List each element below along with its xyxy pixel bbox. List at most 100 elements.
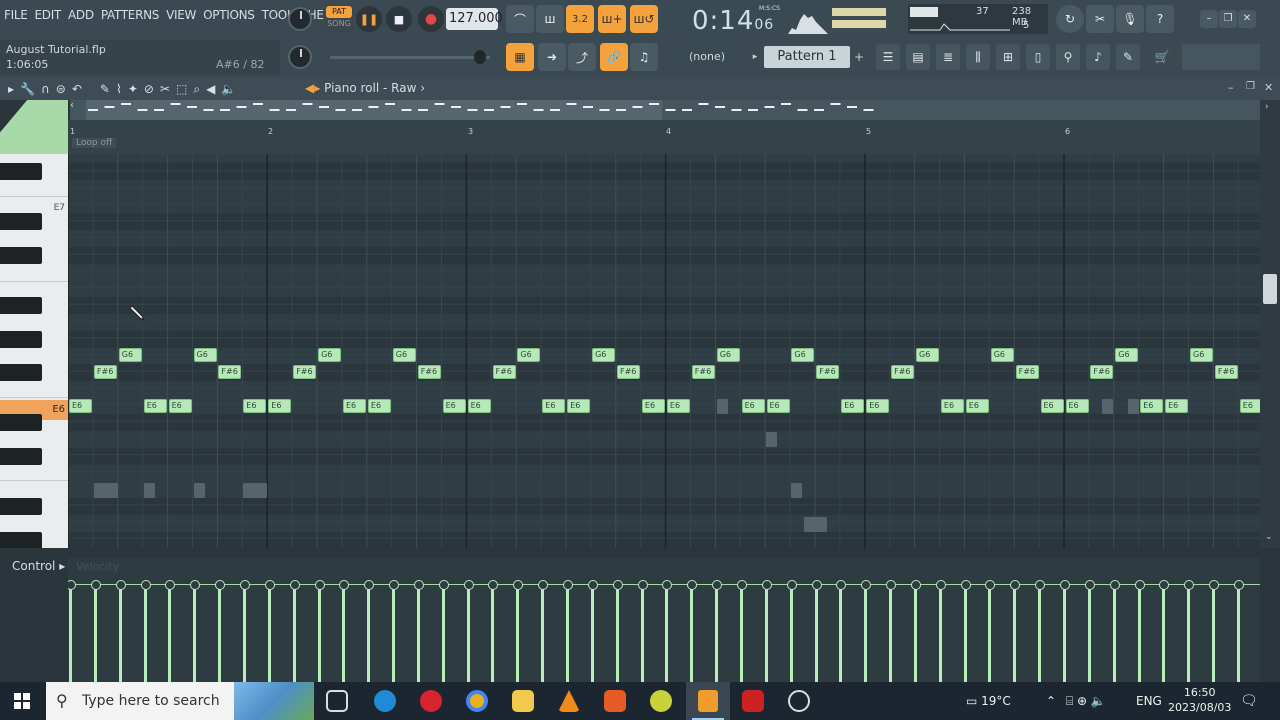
velocity-bar[interactable] [886,580,897,682]
pitch-slider[interactable] [330,50,490,64]
control-menu[interactable]: Control ▸ [12,559,65,573]
note-e6[interactable]: E6 [1165,399,1189,413]
mixer-icon[interactable]: ⫼ [966,44,990,70]
channel-rack-arrow-icon[interactable]: ➜ [538,43,566,71]
pause-button[interactable]: ❚❚ [356,6,382,32]
windows-start-icon[interactable] [14,693,30,713]
red-app-icon[interactable] [742,690,764,712]
wait-input-button[interactable]: ш [536,5,564,33]
pencil-tool-icon[interactable]: ✎ [100,82,110,97]
velocity-bar[interactable] [1084,580,1095,682]
black-key[interactable] [0,331,42,348]
note-fsharp6[interactable]: F#6 [617,365,640,379]
channel-rack-icon[interactable]: ≣ [936,44,960,70]
menu-view[interactable]: VIEW [166,8,196,22]
shop-cart-icon[interactable]: 🛒 [1150,44,1174,70]
note-fsharp6[interactable]: F#6 [93,365,117,379]
task-view-icon[interactable] [326,690,348,712]
velocity-bar[interactable] [513,580,524,682]
menu-add[interactable]: ADD [68,8,94,22]
velocity-bar[interactable] [463,580,474,682]
note-e6[interactable]: E6 [442,399,466,413]
undo-icon[interactable]: ↶ [72,82,82,97]
stamp-icon[interactable]: ⊜ [56,82,66,97]
note-e6[interactable]: E6 [367,399,391,413]
note-e6[interactable]: E6 [940,399,964,413]
microphone-icon[interactable]: 🎙 [1116,5,1144,33]
note-e6[interactable]: E6 [542,399,566,413]
note-e6[interactable]: E6 [567,399,591,413]
pattern-selector[interactable]: Pattern 1 [764,46,850,68]
metronome-button[interactable]: ⌒ [506,5,534,33]
loop-record-button[interactable]: ш↺ [630,5,658,33]
velocity-bar[interactable] [140,580,151,682]
note-e6[interactable]: E6 [741,399,765,413]
velocity-bar[interactable] [115,580,126,682]
note-g6[interactable]: G6 [1115,348,1139,362]
magnet-icon[interactable]: ∩ [41,82,50,97]
note-g6[interactable]: G6 [592,348,616,362]
black-key[interactable] [0,247,42,264]
note-e6[interactable]: E6 [965,399,989,413]
master-volume-knob[interactable] [288,7,312,31]
velocity-bar[interactable] [239,580,250,682]
note-e6[interactable]: E6 [1065,399,1089,413]
countdown-button[interactable]: 3.2 [566,5,594,33]
fl-studio-taskbar-item[interactable] [686,682,730,720]
velocity-bar[interactable] [538,580,549,682]
delete-tool-icon[interactable]: ✦ [128,82,138,97]
velocity-bar[interactable] [165,580,176,682]
menu-edit[interactable]: EDIT [35,8,62,22]
velocity-bar[interactable] [1035,580,1046,682]
velocity-bar[interactable] [861,580,872,682]
restore-button[interactable]: ❐ [1219,10,1237,28]
pr-minimize-button[interactable]: – [1228,81,1234,94]
velocity-bar[interactable] [339,580,350,682]
vlc-player-icon[interactable] [558,690,580,712]
velocity-bar[interactable] [389,580,400,682]
playlist-icon[interactable]: ☰ [876,44,900,70]
loop-toggle[interactable]: Loop off [72,138,117,148]
velocity-bar[interactable] [1159,580,1170,682]
black-key[interactable] [0,213,42,230]
velocity-bar[interactable] [637,580,648,682]
note-e6[interactable]: E6 [1140,399,1164,413]
note-g6[interactable]: G6 [990,348,1014,362]
scroll-right-arrow[interactable]: › [1265,102,1269,112]
velocity-bar[interactable] [1184,580,1195,682]
timeline-ruler[interactable]: 1 2 3 4 5 6 Loop off [68,120,1260,154]
edge-browser-icon[interactable] [374,690,396,712]
velocity-bar[interactable] [1010,580,1021,682]
velocity-bar[interactable] [1060,580,1070,682]
pattern-prev-arrow[interactable]: ▸ [748,46,762,68]
velocity-bar[interactable] [786,580,797,682]
note-e6[interactable]: E6 [641,399,665,413]
obs-studio-icon[interactable] [788,690,810,712]
fl-installer-icon[interactable] [650,690,672,712]
velocity-bar[interactable] [563,580,573,682]
menu-options[interactable]: OPTIONS [203,8,255,22]
overview-left-arrow[interactable]: ‹ [70,100,74,111]
black-key[interactable] [0,364,42,381]
note-g6[interactable]: G6 [1190,348,1213,362]
tempo-display[interactable]: 127.000 [446,8,503,30]
note-g6[interactable]: G6 [318,348,342,362]
velocity-bar[interactable] [836,580,847,682]
note-e6[interactable]: E6 [467,399,491,413]
velocity-bar[interactable] [985,580,996,682]
black-key[interactable] [0,498,42,515]
paint-tool-icon[interactable]: ⌇ [116,82,122,97]
note-g6[interactable]: G6 [118,348,142,362]
note-e6[interactable]: E6 [666,399,690,413]
plugin-icon[interactable]: ⚲ [1056,44,1080,70]
velocity-bar[interactable] [190,580,201,682]
note-e6[interactable]: E6 [766,399,790,413]
overview-scrollbar[interactable] [70,100,1260,120]
velocity-bar[interactable] [1109,580,1120,682]
speaker-icon[interactable]: 🔈 [221,82,236,97]
velocity-bar[interactable] [811,580,822,682]
pr-close-button[interactable]: ✕ [1264,81,1273,94]
slice-tool-icon[interactable]: ✂ [160,82,170,97]
note-fsharp6[interactable]: F#6 [417,365,441,379]
velocity-bar[interactable] [761,580,772,682]
